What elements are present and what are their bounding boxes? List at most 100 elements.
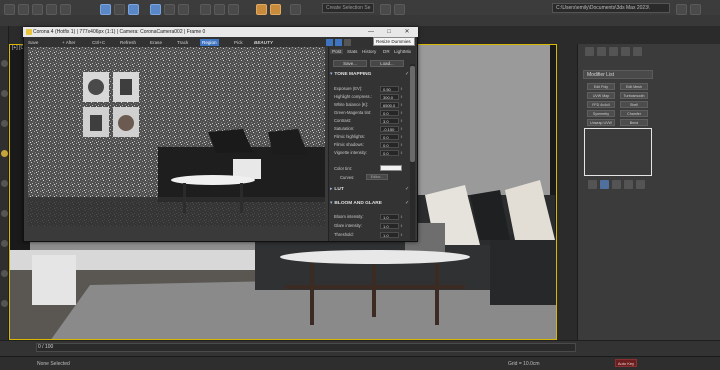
vfb-title-bar[interactable]: Corona 4 (Hotfix 1) | 777x406px (1:1) | …	[23, 27, 418, 37]
display-tab-icon[interactable]	[633, 47, 642, 56]
contrast-field[interactable]: 3.0	[380, 117, 399, 124]
white-balance-field[interactable]: 6500.0	[380, 101, 399, 108]
bloom-intensity-field[interactable]: 1.0	[380, 213, 399, 220]
zoom-icon[interactable]	[335, 39, 342, 46]
spinner-icon[interactable]: ⇕	[400, 118, 403, 125]
section-tone-mapping[interactable]: ▾ TONE MAPPING ✓	[330, 71, 410, 79]
checkbox-icon[interactable]: ✓	[405, 186, 409, 194]
link-icon[interactable]	[32, 4, 43, 15]
spinner-icon[interactable]: ⇕	[400, 110, 403, 117]
time-slider[interactable]	[36, 343, 576, 352]
copy-button[interactable]: Ctrl+C	[90, 39, 107, 46]
tab-stats[interactable]: Stats	[347, 49, 357, 54]
save-preset-button[interactable]: Save...	[333, 60, 367, 67]
motion-tab-icon[interactable]	[621, 47, 630, 56]
render-pass-dropdown[interactable]: BEAUTY	[252, 39, 275, 46]
spinner-icon[interactable]: ⇕	[400, 94, 403, 101]
axis-y-icon[interactable]	[214, 4, 225, 15]
filmic-highlights-field[interactable]: 0.0	[380, 133, 399, 140]
rotate-icon[interactable]	[164, 4, 175, 15]
tool-icon[interactable]	[1, 120, 8, 127]
close-button[interactable]: ✕	[400, 27, 414, 37]
tool-icon[interactable]	[1, 180, 8, 187]
mirror-icon[interactable]	[380, 4, 391, 15]
checkbox-icon[interactable]: ✓	[405, 71, 409, 79]
tool-icon[interactable]	[1, 150, 8, 157]
tab-post[interactable]: Post	[330, 49, 344, 54]
tool-icon[interactable]	[1, 210, 8, 217]
tool-icon[interactable]	[1, 90, 8, 97]
refresh-button[interactable]: Refresh	[118, 39, 138, 46]
modifier-button[interactable]: Unwrap UVW	[587, 119, 615, 126]
maximize-button[interactable]: □	[382, 27, 396, 37]
project-path[interactable]: C:\Users\emily\Documents\3ds Max 2023\	[552, 3, 670, 13]
threshold-field[interactable]: 1.0	[380, 231, 399, 238]
unlink-icon[interactable]	[46, 4, 57, 15]
render-image[interactable]	[28, 47, 325, 226]
selection-set-input[interactable]: Create Selection Se	[322, 3, 374, 13]
undo-icon[interactable]	[4, 4, 15, 15]
modifier-button[interactable]: Shell	[620, 101, 648, 108]
modifier-button[interactable]: Bend	[620, 119, 648, 126]
spinner-icon[interactable]: ⇕	[400, 214, 403, 221]
pin-stack-icon[interactable]	[588, 180, 597, 189]
load-preset-button[interactable]: Load...	[370, 60, 404, 67]
make-unique-icon[interactable]	[612, 180, 621, 189]
folder-icon[interactable]	[676, 4, 687, 15]
minimize-button[interactable]: —	[364, 27, 378, 37]
rect-select-icon[interactable]	[128, 4, 139, 15]
modify-tab-icon[interactable]	[597, 47, 606, 56]
section-bloom-glare[interactable]: ▾ BLOOM AND GLARE ✓	[330, 200, 410, 208]
tool-icon[interactable]	[1, 270, 8, 277]
show-end-result-icon[interactable]	[600, 180, 609, 189]
tab-lightmix[interactable]: LightMix	[394, 49, 411, 54]
axis-xy-icon[interactable]	[228, 4, 239, 15]
channel-icon[interactable]	[344, 39, 351, 46]
spinner-icon[interactable]: ⇕	[400, 102, 403, 109]
material-editor-icon[interactable]	[290, 4, 301, 15]
spinner-icon[interactable]: ⇕	[400, 134, 403, 141]
pick-button[interactable]: Pick	[232, 39, 245, 46]
after-button[interactable]: + After	[60, 39, 77, 46]
spinner-icon[interactable]: ⇕	[400, 150, 403, 157]
select-by-name-icon[interactable]	[114, 4, 125, 15]
modifier-stack[interactable]	[584, 128, 652, 176]
move-icon[interactable]	[150, 4, 161, 15]
modifier-button[interactable]: Symmetry	[587, 110, 615, 117]
spinner-icon[interactable]: ⇕	[400, 223, 403, 230]
spinner-icon[interactable]: ⇕	[400, 126, 403, 133]
section-lut[interactable]: ▸ LUT ✓	[330, 186, 410, 194]
scrollbar-thumb[interactable]	[410, 66, 415, 162]
render-setup-icon[interactable]	[256, 4, 267, 15]
modifier-button[interactable]: Edit Mesh	[620, 83, 648, 90]
configure-icon[interactable]	[636, 180, 645, 189]
modifier-button[interactable]: Edit Poly	[587, 83, 615, 90]
green-magenta-field[interactable]: 0.0	[380, 109, 399, 116]
tab-history[interactable]: History	[362, 49, 376, 54]
align-icon[interactable]	[394, 4, 405, 15]
tool-icon[interactable]	[1, 300, 8, 307]
save-button[interactable]: Save	[26, 39, 40, 46]
filmic-shadows-field[interactable]: 0.0	[380, 141, 399, 148]
tool-icon[interactable]	[1, 240, 8, 247]
curves-editor-button[interactable]: Editor...	[366, 174, 388, 180]
erase-button[interactable]: Erase	[148, 39, 164, 46]
select-icon[interactable]	[100, 4, 111, 15]
modifier-button[interactable]: UVW Map	[587, 92, 615, 99]
redo-icon[interactable]	[18, 4, 29, 15]
color-tint-swatch[interactable]	[380, 165, 402, 171]
bind-icon[interactable]	[60, 4, 71, 15]
tab-dr[interactable]: DR	[383, 49, 390, 54]
exposure-field[interactable]: 0.50	[380, 85, 399, 92]
scale-icon[interactable]	[178, 4, 189, 15]
auto-key-button[interactable]: Auto Key	[615, 359, 637, 367]
spinner-icon[interactable]: ⇕	[400, 232, 403, 239]
render-frame-icon[interactable]	[270, 4, 281, 15]
glare-intensity-field[interactable]: 1.0	[380, 222, 399, 229]
track-button[interactable]: Track	[175, 39, 190, 46]
saturation-field[interactable]: -0.150	[380, 125, 399, 132]
hierarchy-tab-icon[interactable]	[609, 47, 618, 56]
modifier-button[interactable]: Turbosmooth	[620, 92, 648, 99]
vignette-field[interactable]: 0.0	[380, 149, 399, 156]
create-tab-icon[interactable]	[585, 47, 594, 56]
